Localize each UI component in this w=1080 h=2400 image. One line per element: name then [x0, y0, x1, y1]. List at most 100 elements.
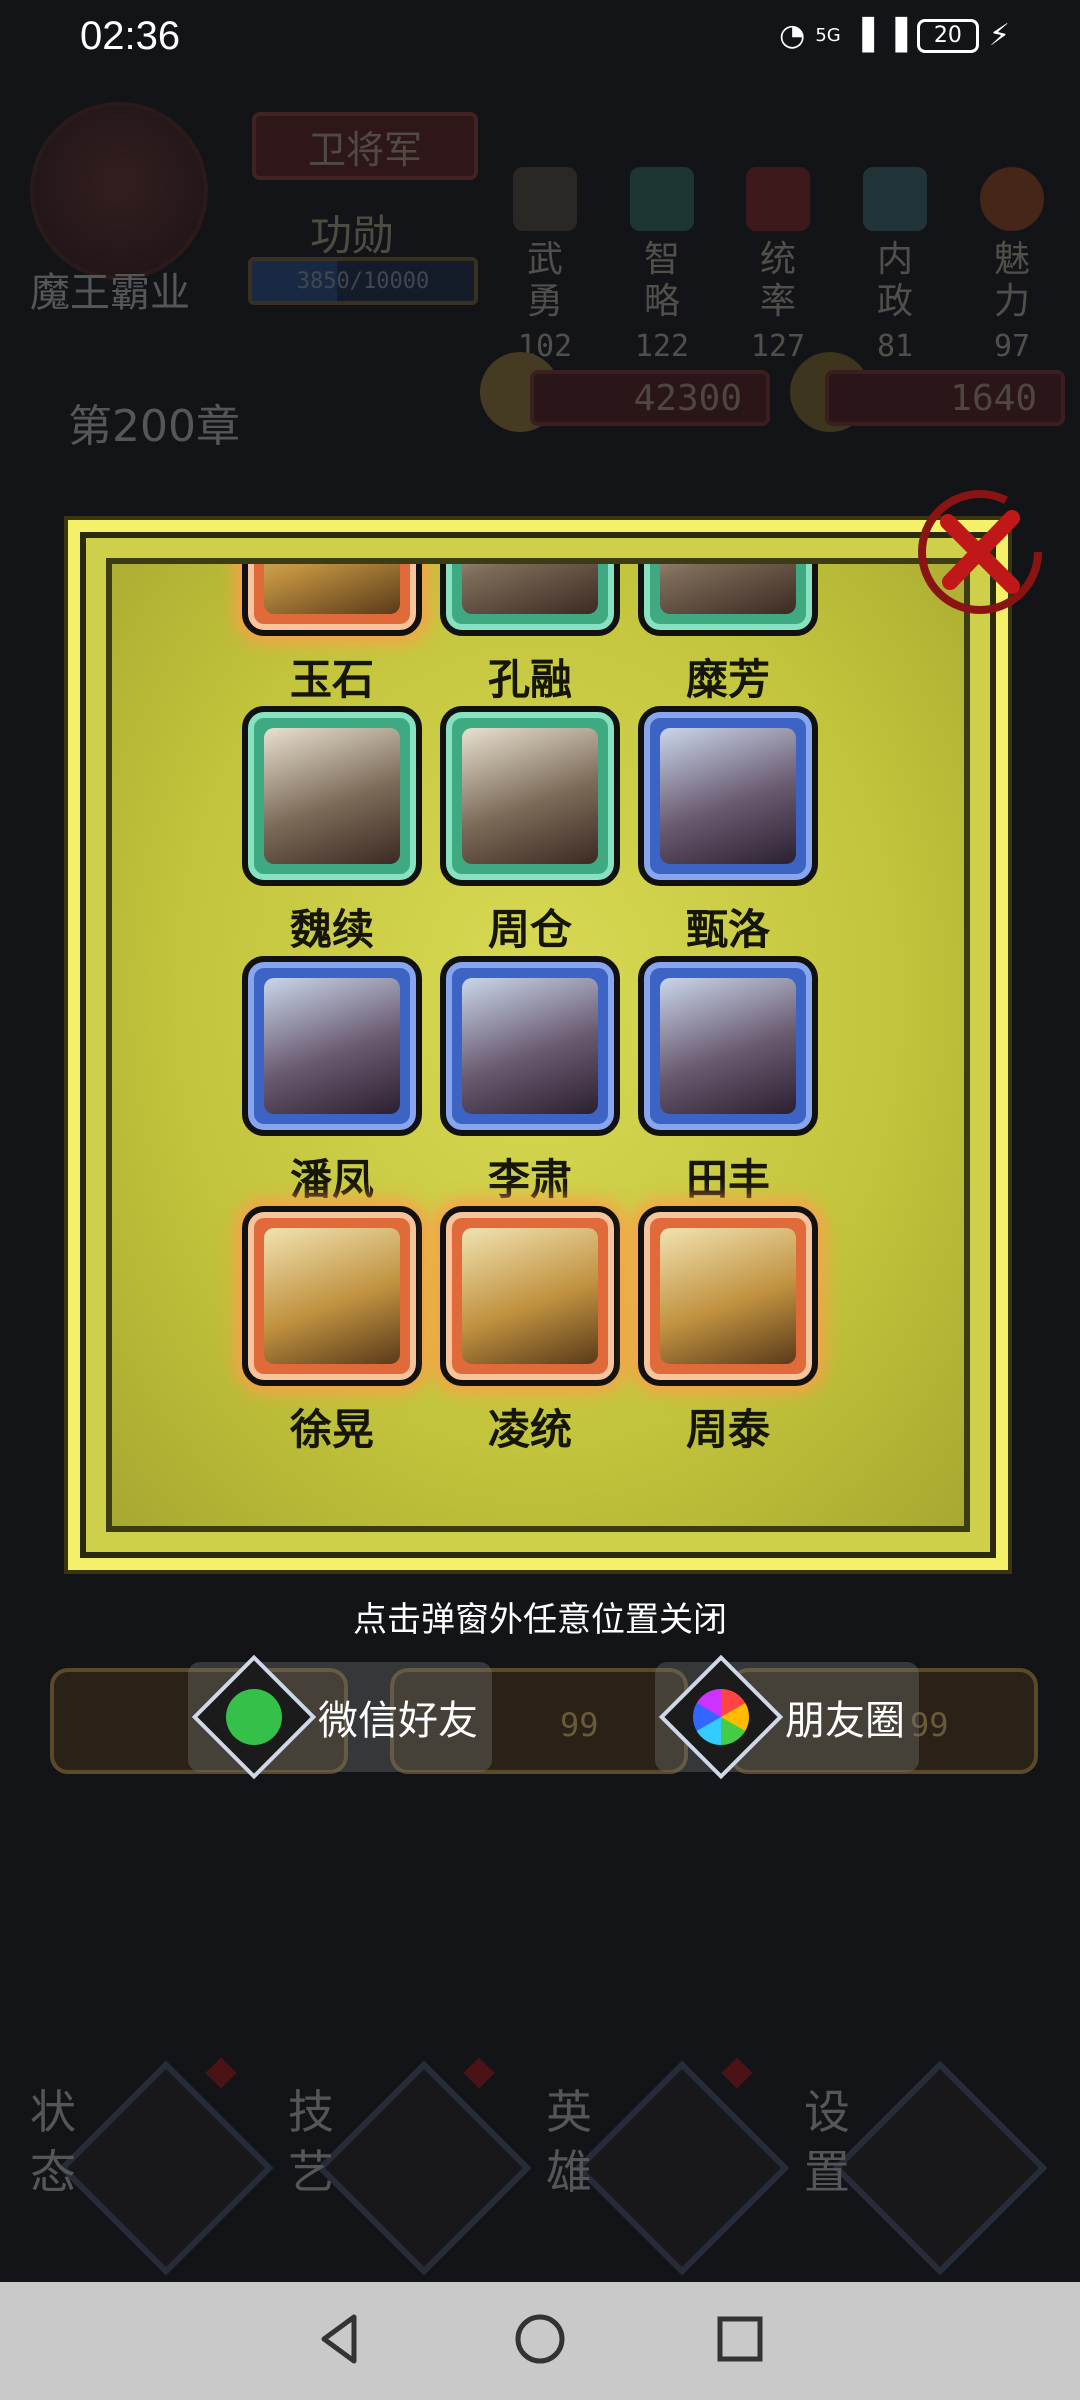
merit-label: 功勋: [310, 211, 395, 260]
merit-progress-bar: 3850/10000: [248, 257, 478, 305]
hero-portrait: [660, 978, 796, 1114]
hero-name: 潘凤: [289, 1155, 374, 1204]
player-avatar[interactable]: [30, 102, 208, 280]
notification-dot: [721, 2057, 753, 2089]
stat-label: 勇: [526, 281, 563, 322]
player-name: 魔王霸业: [30, 270, 190, 316]
network-type: 5G: [815, 25, 841, 46]
stat-label: 统: [759, 239, 796, 280]
hero-card[interactable]: 孔融: [440, 564, 620, 707]
hero-card[interactable]: 李肃: [440, 956, 620, 1207]
notification-dot: [463, 2057, 495, 2089]
stat-label: 内: [876, 239, 913, 280]
hero-portrait: [462, 728, 598, 864]
stat-label: 政: [876, 281, 913, 322]
spear-icon: [513, 167, 577, 231]
hero-frame: [440, 1206, 620, 1386]
hero-card[interactable]: 潘凤: [242, 956, 422, 1207]
grain-counter: 1640: [825, 370, 1065, 426]
stat-label: 武: [526, 239, 563, 280]
home-icon: [515, 2314, 565, 2364]
hero-name: 周泰: [685, 1405, 770, 1454]
chapter-label: 第200章: [68, 401, 240, 452]
hero-frame: [638, 956, 818, 1136]
slot-count: 99: [560, 1706, 599, 1744]
fan-icon: [630, 167, 694, 231]
nav-heroes[interactable]: 英雄: [536, 2052, 790, 2276]
battery-level: 20: [933, 23, 962, 48]
merit-progress-text: 3850/10000: [296, 268, 430, 294]
ornament-icon: [980, 167, 1044, 231]
rank-badge: 卫将军: [252, 112, 478, 180]
back-button[interactable]: [310, 2309, 370, 2373]
stat-strategy: 智 略 122: [622, 167, 702, 364]
coin-counter: 42300: [530, 370, 770, 426]
share-moments-button[interactable]: 朋友圈: [655, 1654, 919, 1780]
stat-charisma: 魅 力 97: [972, 167, 1052, 364]
close-button[interactable]: [910, 482, 1050, 622]
stat-value: 81: [876, 329, 914, 364]
hero-frame: [440, 956, 620, 1136]
nav-label: 设置: [804, 2085, 850, 2199]
stat-value: 122: [634, 329, 690, 364]
hero-name: 糜芳: [685, 655, 770, 704]
gear-icon: [832, 2060, 1048, 2276]
stat-label: 智: [643, 239, 680, 280]
nav-settings[interactable]: 设置: [794, 2052, 1048, 2276]
hero-frame: [440, 564, 620, 636]
notification-dot: [205, 2057, 237, 2089]
stat-politics: 内 政 81: [855, 167, 935, 364]
battery-icon: 20: [916, 18, 979, 53]
hero-card[interactable]: 周仓: [440, 706, 620, 957]
nav-label: 状态: [30, 2085, 76, 2199]
back-icon: [321, 2314, 357, 2364]
status-icons: ◔ 5G ▐ ▐ 20 ⚡: [779, 18, 1010, 53]
hero-card[interactable]: 魏续: [242, 706, 422, 957]
leaf-icon: [316, 2060, 532, 2276]
hero-portrait: [660, 1228, 796, 1364]
hero-card[interactable]: 田丰: [638, 956, 818, 1207]
share-moments-label: 朋友圈: [785, 1698, 905, 1744]
nav-status[interactable]: 状态: [20, 2052, 274, 2276]
share-bar: 99 99 微信好友 朋友圈: [50, 1654, 1038, 1780]
recents-icon: [717, 2316, 763, 2362]
hero-frame: [242, 706, 422, 886]
recents-button[interactable]: [710, 2309, 770, 2373]
hero-card[interactable]: 徐晃: [242, 1206, 422, 1457]
hero-frame: [242, 564, 422, 636]
hero-portrait: [462, 564, 598, 614]
hero-grid-panel: 玉石 孔融 糜芳魏续 周仓 甄洛潘凤 李肃 田丰徐晃 凌统 周泰: [106, 558, 970, 1532]
moments-icon: [658, 1654, 784, 1780]
signal-2-icon: ▐: [883, 18, 907, 53]
hero-name: 玉石: [289, 655, 374, 704]
system-nav-bar: [0, 2282, 1080, 2400]
nav-skills[interactable]: 技艺: [278, 2052, 532, 2276]
nav-label: 技艺: [288, 2085, 334, 2199]
hero-name: 孔融: [487, 655, 572, 704]
hero-card[interactable]: 凌统: [440, 1206, 620, 1457]
hero-frame: [440, 706, 620, 886]
hero-name: 徐晃: [289, 1405, 374, 1454]
dragon-icon: [58, 2060, 274, 2276]
status-time: 02:36: [80, 14, 181, 58]
hero-name: 甄洛: [685, 905, 770, 954]
hero-card[interactable]: 糜芳: [638, 564, 818, 707]
share-wechat-label: 微信好友: [318, 1698, 478, 1744]
hero-portrait: [264, 1228, 400, 1364]
home-button[interactable]: [510, 2309, 570, 2373]
hero-card[interactable]: 玉石: [242, 564, 422, 707]
share-wechat-button[interactable]: 微信好友: [188, 1654, 492, 1780]
charging-icon: ⚡: [988, 18, 1010, 53]
hero-portrait: [264, 564, 400, 614]
hero-portrait: [462, 978, 598, 1114]
close-hint: 点击弹窗外任意位置关闭: [353, 1600, 727, 1640]
hero-card[interactable]: 甄洛: [638, 706, 818, 957]
hero-card[interactable]: 周泰: [638, 1206, 818, 1457]
hero-portrait: [264, 978, 400, 1114]
stat-value: 97: [993, 329, 1031, 364]
close-icon: [918, 490, 1042, 614]
nav-label: 英雄: [546, 2085, 592, 2199]
hero-grid: 玉石 孔融 糜芳魏续 周仓 甄洛潘凤 李肃 田丰徐晃 凌统 周泰: [112, 564, 964, 1526]
stat-command: 统 率 127: [738, 167, 818, 364]
stat-label: 魅: [993, 239, 1030, 280]
